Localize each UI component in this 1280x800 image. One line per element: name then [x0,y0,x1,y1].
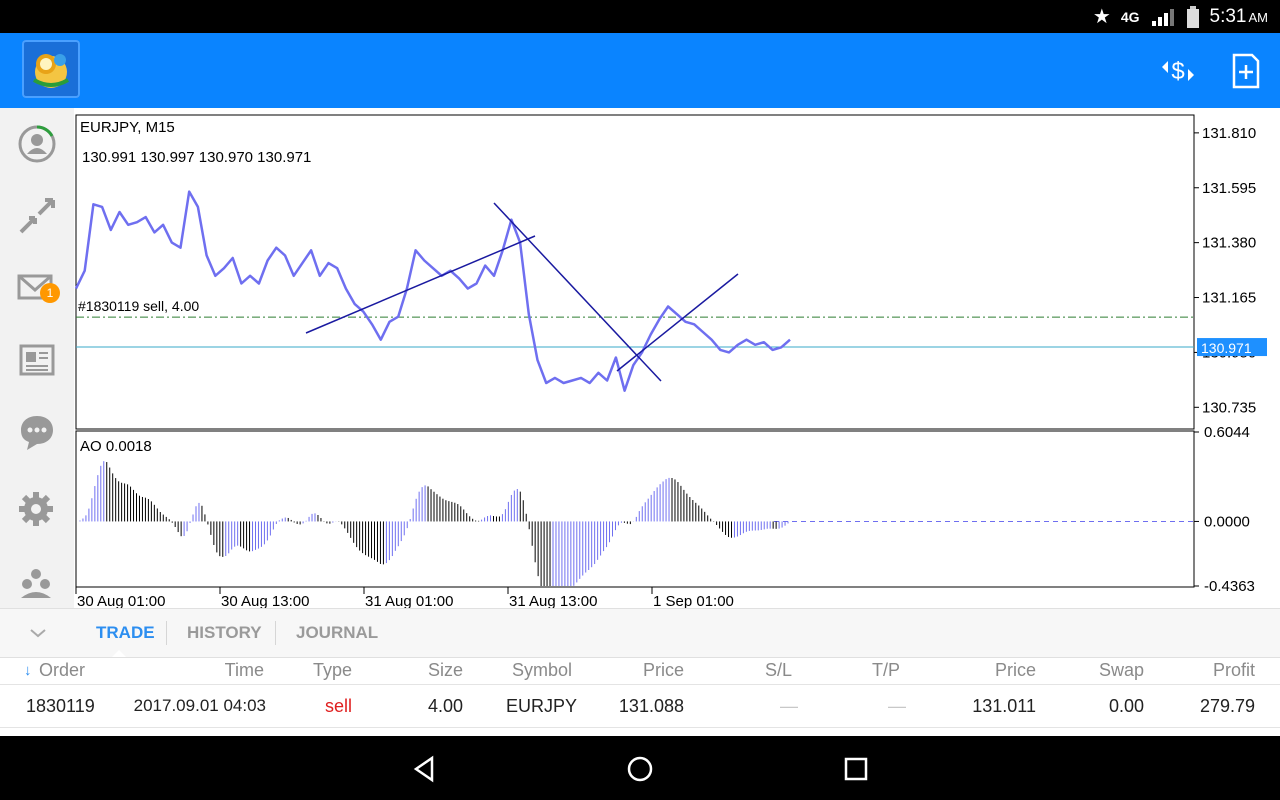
col-order[interactable]: Order [39,660,85,681]
col-sl[interactable]: S/L [765,660,792,681]
indicator-axis-label: 0.6044 [1204,424,1250,441]
indicator-axis-label: -0.4363 [1204,578,1255,595]
cell-type: sell [325,696,353,716]
chevron-down-icon[interactable] [26,621,50,645]
chart-area[interactable]: EURJPY, M15 130.991 130.997 130.970 130.… [74,108,1280,610]
table-header: ↓ Order Time Type Size Symbol Price S/L … [0,657,1280,685]
news-icon[interactable] [15,338,59,382]
time-axis-label: 1 Sep 01:00 [653,593,734,608]
recents-icon[interactable] [841,754,871,784]
cell-size: 4.00 [427,696,463,716]
sidebar: 1 [0,108,74,608]
time-axis-label: 31 Aug 01:00 [365,593,453,608]
app-bar: $ [0,33,1280,108]
home-icon[interactable] [625,754,655,784]
price-axis-label: 131.810 [1202,125,1256,142]
account-icon[interactable] [15,122,59,166]
status-bar: ★ 4G 5:31 AM [0,0,1280,33]
col-type[interactable]: Type [313,660,352,681]
col-tp[interactable]: T/P [872,660,900,681]
network-type: 4G [1120,8,1140,25]
currency-exchange-icon[interactable]: $ [1158,51,1198,91]
chat-icon[interactable] [15,410,59,454]
tab-trade[interactable]: TRADE [96,623,155,643]
col-current-price[interactable]: Price [995,660,1036,681]
order-line-label: #1830119 sell, 4.00 [78,298,199,314]
price-axis-label: 131.165 [1202,290,1256,307]
col-time[interactable]: Time [225,660,264,681]
star-icon: ★ [1092,6,1111,28]
price-axis-label: 130.735 [1202,399,1256,416]
settings-icon[interactable] [15,488,59,532]
indicator-label: AO 0.0018 [80,438,152,455]
price-axis-label: 131.380 [1202,235,1256,252]
symbol-label: EURJPY, M15 [80,119,175,136]
sort-arrow-icon[interactable]: ↓ [24,662,32,679]
cell-current-price: 131.011 [972,696,1036,716]
tab-divider [166,621,167,645]
mail-badge: 1 [40,283,60,303]
col-size[interactable]: Size [428,660,463,681]
time-axis-label: 31 Aug 13:00 [509,593,597,608]
trendline [616,273,739,372]
price-chart[interactable]: EURJPY, M15 130.991 130.997 130.970 130.… [74,108,1280,610]
mail-icon[interactable]: 1 [15,266,60,310]
tab-history[interactable]: HISTORY [187,623,262,643]
signal-icon [1151,8,1174,26]
terminal-tabs: TRADE HISTORY JOURNAL [0,608,1280,658]
time-axis-label: 30 Aug 01:00 [77,593,165,608]
community-icon[interactable] [15,560,59,604]
svg-text:$: $ [1171,58,1184,85]
trendline [305,235,536,334]
col-price[interactable]: Price [643,660,684,681]
back-icon[interactable] [410,754,440,784]
battery-icon [1186,5,1199,28]
current-price-tag-label: 130.971 [1201,340,1252,356]
tab-journal[interactable]: JOURNAL [296,623,378,643]
cell-open-price: 131.088 [618,696,684,716]
app-logo-icon[interactable] [22,40,80,98]
ohlc-label: 130.991 130.997 130.970 130.971 [82,149,311,166]
active-tab-pointer [112,650,126,657]
cell-order: 1830119 [26,696,95,716]
navigation-bar [0,736,1280,800]
col-symbol[interactable]: Symbol [512,660,572,681]
cell-time: 2017.09.01 04:03 [133,696,266,715]
cell-tp: — [888,696,906,716]
col-swap[interactable]: Swap [1099,660,1144,681]
cell-sl: — [780,696,798,716]
indicator-axis-label: 0.0000 [1204,513,1250,530]
clock-ampm: AM [1248,9,1269,25]
col-profit[interactable]: Profit [1213,660,1255,681]
cell-symbol: EURJPY [506,696,578,716]
new-order-icon[interactable] [1226,51,1266,91]
price-line [74,190,791,392]
indicator-panel-frame [75,430,1195,588]
tab-divider [275,621,276,645]
trendline [493,202,662,382]
table-row[interactable]: 1830119 2017.09.01 04:03 sell 4.00 EURJP… [0,685,1280,728]
clock: 5:31 [1209,5,1247,27]
time-axis-label: 30 Aug 13:00 [221,593,309,608]
trade-icon[interactable] [15,194,59,238]
cell-profit: 279.79 [1199,696,1255,716]
cell-swap: 0.00 [1108,696,1144,716]
price-axis-label: 131.595 [1202,180,1256,197]
